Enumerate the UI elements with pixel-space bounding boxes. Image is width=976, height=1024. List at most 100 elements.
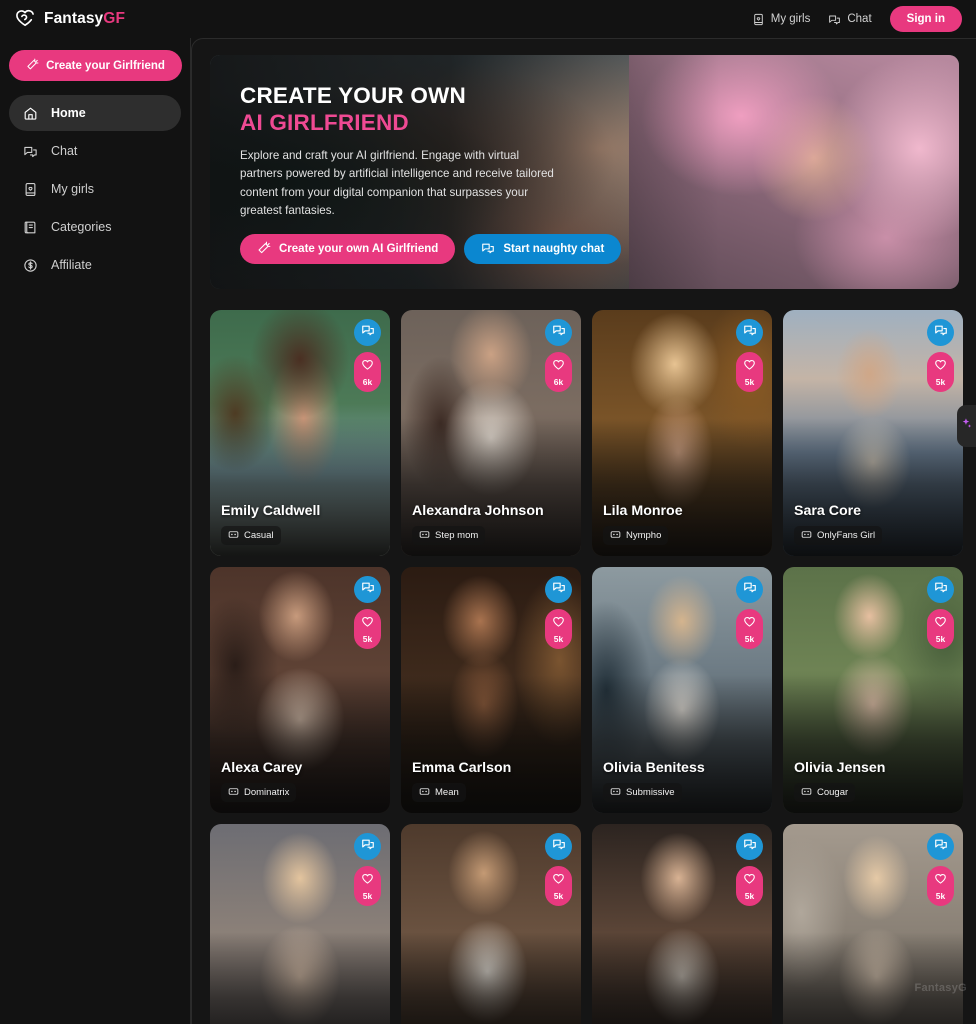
heart-icon	[934, 359, 947, 377]
card-like-button[interactable]: 5k	[545, 866, 572, 906]
card-like-count: 5k	[744, 376, 755, 387]
girl-card[interactable]: 5kSophia Martinez	[783, 824, 963, 1024]
girl-card-badges: 5k	[927, 576, 954, 649]
girl-card[interactable]: 5k Emma Carlson Mean	[401, 567, 581, 813]
card-like-count: 5k	[362, 633, 373, 644]
card-chat-button[interactable]	[927, 576, 954, 603]
girl-card[interactable]: 5k Lila Monroe Nympho	[592, 310, 772, 556]
sidebar: Create your Girlfriend Home Chat My girl…	[0, 38, 191, 1024]
card-chat-button[interactable]	[545, 576, 572, 603]
girl-card-gradient	[592, 932, 772, 1024]
card-chat-button[interactable]	[545, 833, 572, 860]
card-chat-button[interactable]	[736, 319, 763, 346]
girl-card-gradient	[783, 932, 963, 1024]
heart-icon	[361, 359, 374, 377]
chat-icon	[481, 241, 495, 258]
sidebar-item-my-girls[interactable]: My girls	[9, 171, 181, 207]
card-like-count: 6k	[362, 376, 373, 387]
girl-card-tag: Submissive	[603, 783, 682, 802]
header-link-chat[interactable]: Chat	[828, 13, 872, 26]
card-like-button[interactable]: 5k	[927, 352, 954, 392]
girl-card[interactable]: 5kLivia Hawthorne	[401, 824, 581, 1024]
hero-banner: CREATE YOUR OWN AI GIRLFRIEND Explore an…	[210, 55, 959, 289]
girl-card-info: Lila Monroe Nympho	[603, 503, 762, 545]
card-like-button[interactable]: 5k	[354, 609, 381, 649]
card-like-button[interactable]: 5k	[354, 866, 381, 906]
card-chat-button[interactable]	[736, 833, 763, 860]
girl-card[interactable]: 5kMia Bennett	[210, 824, 390, 1024]
card-chat-button[interactable]	[736, 576, 763, 603]
categories-icon	[23, 220, 38, 235]
hero-start-chat-button[interactable]: Start naughty chat	[464, 234, 622, 265]
card-like-count: 5k	[935, 890, 946, 901]
girl-card[interactable]: 6k Alexandra Johnson Step mom	[401, 310, 581, 556]
tag-icon	[801, 529, 812, 543]
magic-wand-icon	[257, 241, 271, 258]
card-like-button[interactable]: 6k	[545, 352, 572, 392]
sidebar-item-affiliate[interactable]: Affiliate	[9, 247, 181, 283]
chat-icon	[934, 580, 948, 599]
heart-icon	[552, 616, 565, 634]
girl-card-badges: 5k	[736, 576, 763, 649]
create-girlfriend-button[interactable]: Create your Girlfriend	[9, 50, 182, 81]
chat-icon	[828, 13, 841, 26]
card-like-button[interactable]: 6k	[354, 352, 381, 392]
card-like-button[interactable]: 5k	[927, 866, 954, 906]
girl-card-info: Emma Carlson Mean	[412, 760, 571, 802]
card-like-button[interactable]: 5k	[927, 609, 954, 649]
girl-card[interactable]: 5k Olivia Jensen Cougar	[783, 567, 963, 813]
card-like-count: 5k	[935, 633, 946, 644]
card-like-button[interactable]: 5k	[736, 866, 763, 906]
tag-icon	[801, 786, 812, 800]
girl-card[interactable]: 5k Sara Core OnlyFans Girl	[783, 310, 963, 556]
chat-icon	[743, 580, 757, 599]
heart-icon	[361, 616, 374, 634]
sidebar-item-home[interactable]: Home	[9, 95, 181, 131]
girl-card-name: Olivia Jensen	[794, 759, 886, 776]
girl-card-info: Alexandra Johnson Step mom	[412, 503, 571, 545]
card-chat-button[interactable]	[354, 576, 381, 603]
card-chat-button[interactable]	[927, 319, 954, 346]
tag-icon	[419, 529, 430, 543]
girl-card-name: Emily Caldwell	[221, 502, 321, 519]
hero-actions: Create your own AI Girlfriend Start naug…	[240, 234, 622, 265]
girl-card-badges: 5k	[927, 319, 954, 392]
girl-card[interactable]: 6k Emily Caldwell Casual	[210, 310, 390, 556]
card-chat-button[interactable]	[354, 833, 381, 860]
hero-title-line1: CREATE YOUR OWN	[240, 83, 466, 108]
hero-create-girlfriend-button[interactable]: Create your own AI Girlfriend	[240, 234, 456, 265]
girl-card-badges: 5k	[927, 833, 954, 906]
chat-icon	[361, 580, 375, 599]
sidebar-item-my-girls-label: My girls	[51, 182, 95, 196]
sidebar-item-categories[interactable]: Categories	[9, 209, 181, 245]
sparkle-side-tab[interactable]	[957, 405, 976, 447]
hero-start-chat-label: Start naughty chat	[503, 243, 605, 256]
heart-icon	[743, 873, 756, 891]
card-chat-button[interactable]	[545, 319, 572, 346]
girl-card-badges: 6k	[545, 319, 572, 392]
chat-icon	[552, 580, 566, 599]
dollar-icon	[23, 258, 38, 273]
card-like-button[interactable]: 5k	[736, 352, 763, 392]
card-like-button[interactable]: 5k	[545, 609, 572, 649]
brand-logo-group[interactable]: FantasyGF	[0, 8, 190, 30]
tag-icon	[610, 529, 621, 543]
girl-card[interactable]: 5k Alexa Carey Dominatrix	[210, 567, 390, 813]
sign-in-button[interactable]: Sign in	[889, 6, 962, 32]
top-header: FantasyGF My girls Chat Sign in	[0, 0, 976, 38]
hero-description: Explore and craft your AI girlfriend. En…	[240, 149, 554, 218]
girl-card-tag-label: Dominatrix	[244, 787, 290, 798]
heart-icon	[552, 873, 565, 891]
girl-card[interactable]: 5kIsabella Anderson	[592, 824, 772, 1024]
card-like-button[interactable]: 5k	[736, 609, 763, 649]
card-chat-button[interactable]	[927, 833, 954, 860]
header-link-my-girls[interactable]: My girls	[752, 13, 810, 26]
girl-card[interactable]: 5k Olivia Benitess Submissive	[592, 567, 772, 813]
sidebar-item-chat[interactable]: Chat	[9, 133, 181, 169]
chat-icon	[552, 837, 566, 856]
card-like-count: 5k	[935, 376, 946, 387]
card-like-count: 6k	[553, 376, 564, 387]
girl-card-tag: OnlyFans Girl	[794, 526, 883, 545]
chat-icon	[361, 323, 375, 342]
card-chat-button[interactable]	[354, 319, 381, 346]
